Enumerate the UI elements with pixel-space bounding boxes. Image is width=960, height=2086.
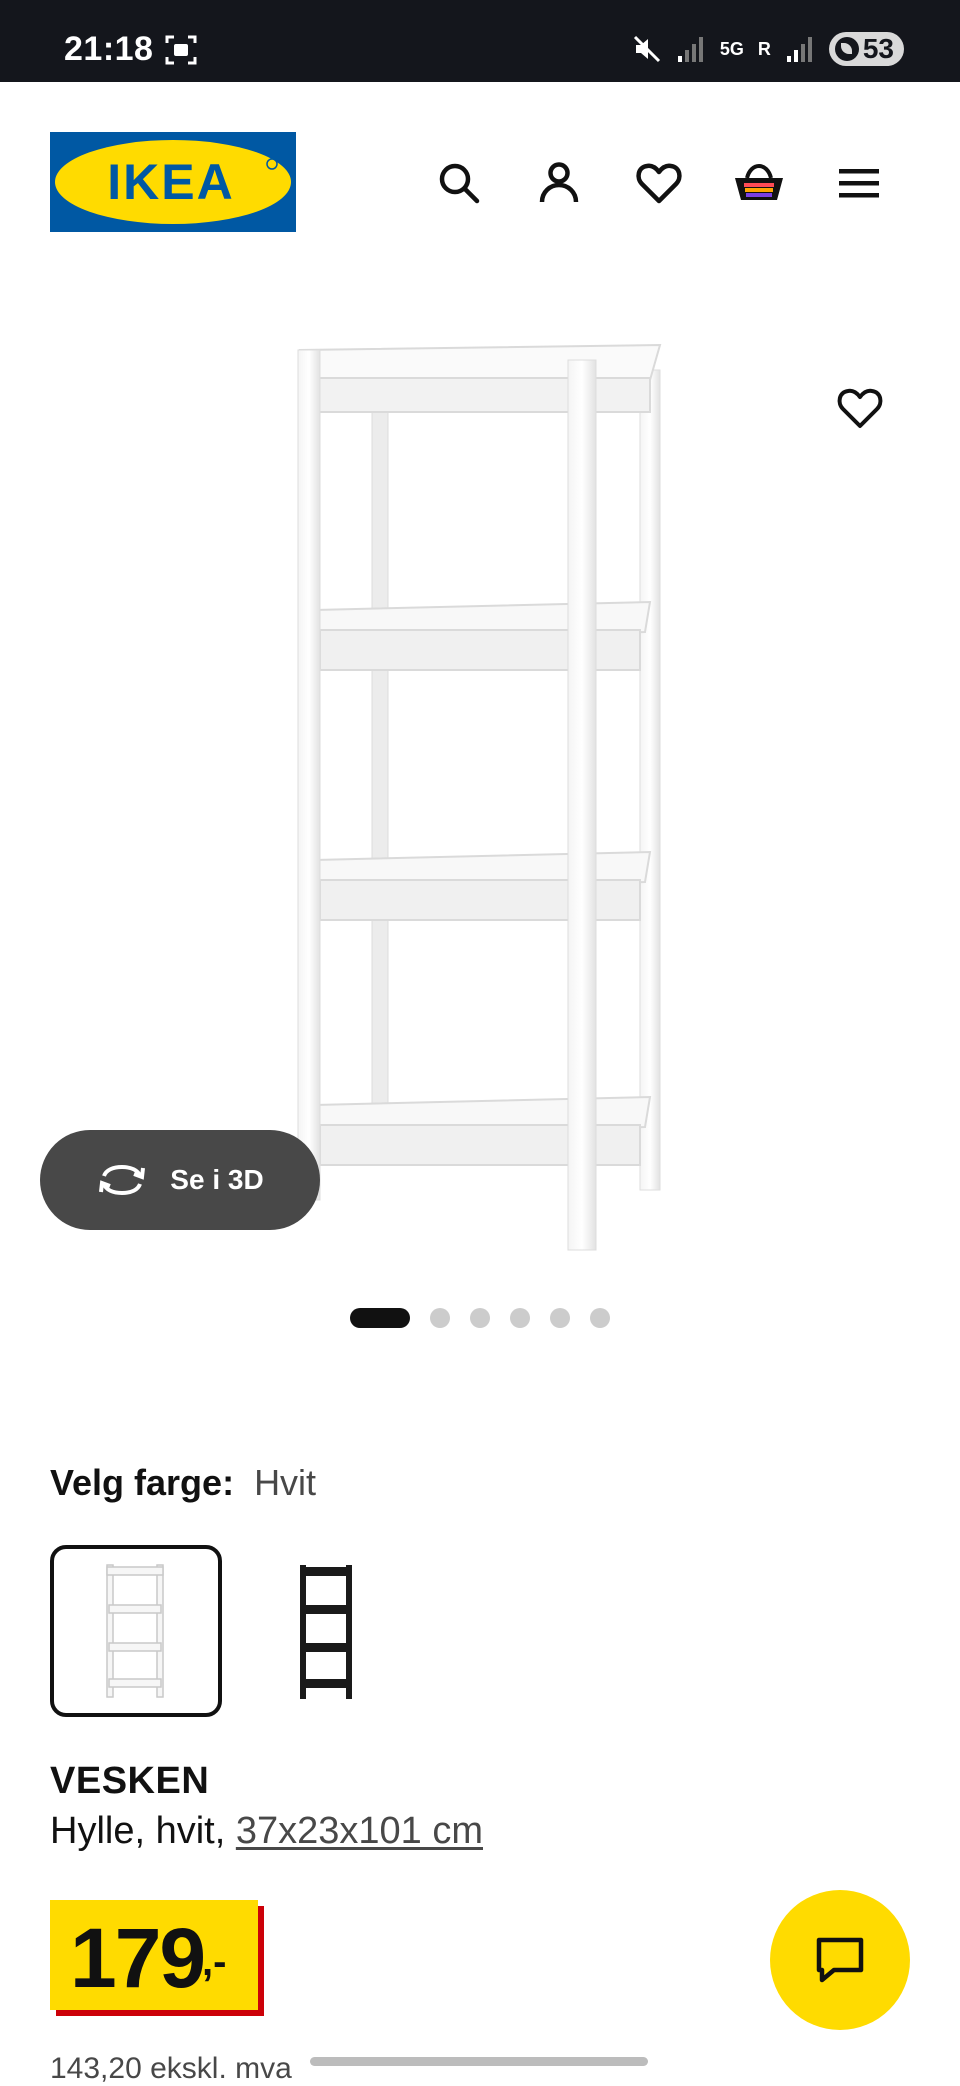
hamburger-menu-icon bbox=[839, 169, 879, 198]
product-description: Hylle, hvit, 37x23x101 cm bbox=[50, 1810, 483, 1853]
chat-icon bbox=[816, 1937, 864, 1983]
signal-icon-2 bbox=[786, 37, 812, 62]
color-option-black[interactable] bbox=[240, 1545, 412, 1717]
signal-icon bbox=[677, 37, 703, 62]
status-time: 21:18 bbox=[64, 30, 154, 68]
account-button[interactable] bbox=[532, 156, 586, 210]
menu-button[interactable] bbox=[832, 156, 886, 210]
account-icon bbox=[539, 162, 579, 203]
choose-color-label: Velg farge: bbox=[50, 1462, 235, 1503]
heart-icon bbox=[636, 163, 682, 204]
svg-text:IKEA: IKEA bbox=[107, 154, 234, 210]
view-in-3d-button[interactable]: Se i 3D bbox=[40, 1130, 320, 1230]
black-shelf-thumbnail bbox=[300, 1565, 352, 1699]
color-selector-label: Velg farge: Hvit bbox=[50, 1462, 316, 1504]
carousel-dot[interactable] bbox=[550, 1308, 570, 1328]
product-type: Hylle, hvit, bbox=[50, 1810, 226, 1852]
view-in-3d-label: Se i 3D bbox=[170, 1164, 264, 1195]
color-option-white[interactable] bbox=[50, 1545, 222, 1717]
product-image[interactable] bbox=[280, 320, 680, 1260]
cart-button[interactable] bbox=[732, 156, 786, 210]
carousel-dot[interactable] bbox=[590, 1308, 610, 1328]
roaming-indicator: R bbox=[757, 38, 771, 59]
status-icons: 5G R 53 bbox=[632, 32, 904, 66]
screenshot-icon bbox=[165, 35, 197, 65]
home-indicator[interactable] bbox=[310, 2057, 648, 2066]
product-measurements-link[interactable]: 37x23x101 cm bbox=[236, 1810, 483, 1852]
carousel-dot[interactable] bbox=[350, 1308, 410, 1328]
site-header: IKEA bbox=[0, 82, 960, 258]
cart-icon bbox=[735, 163, 783, 200]
image-carousel-indicator bbox=[350, 1308, 610, 1328]
price-excluding-vat: 143,20 ekskl. mva bbox=[50, 2052, 292, 2085]
battery-saver-icon bbox=[834, 37, 859, 61]
add-to-favourites-icon[interactable] bbox=[836, 384, 884, 432]
price-suffix: ,- bbox=[202, 1940, 227, 1984]
ikea-logo[interactable]: IKEA bbox=[50, 132, 296, 232]
carousel-dot[interactable] bbox=[510, 1308, 530, 1328]
mute-icon bbox=[633, 35, 660, 63]
price-value: 179 bbox=[70, 1911, 206, 2005]
carousel-dot[interactable] bbox=[470, 1308, 490, 1328]
product-name: VESKEN bbox=[50, 1760, 210, 1802]
favourites-button[interactable] bbox=[632, 156, 686, 210]
network-type: 5G bbox=[719, 39, 744, 59]
battery-level: 53 bbox=[862, 33, 894, 64]
selected-color-value: Hvit bbox=[254, 1462, 317, 1503]
white-shelf-thumbnail bbox=[106, 1564, 164, 1698]
search-button[interactable] bbox=[432, 156, 486, 210]
search-icon bbox=[439, 163, 480, 204]
carousel-dot[interactable] bbox=[430, 1308, 450, 1328]
battery-indicator: 53 bbox=[828, 32, 904, 66]
price-tag: 179 ,- bbox=[50, 1900, 258, 2010]
status-bar: 21:18 5G R 53 bbox=[0, 0, 960, 82]
rotate-3d-icon bbox=[99, 1164, 146, 1196]
chat-button[interactable] bbox=[770, 1890, 910, 2030]
